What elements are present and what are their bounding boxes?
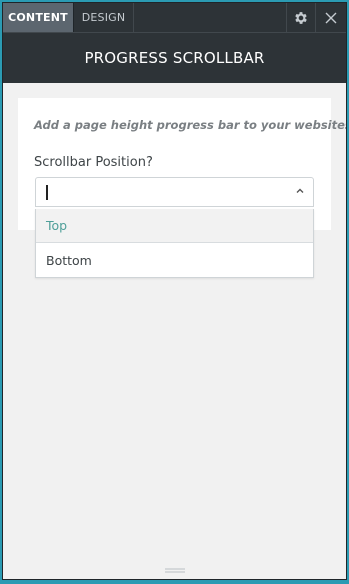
- option-top-label: Top: [46, 218, 68, 233]
- option-bottom-label: Bottom: [46, 252, 92, 268]
- chevron-up-icon[interactable]: [295, 186, 305, 196]
- scrollbar-position-label: Scrollbar Position?: [34, 155, 153, 170]
- dropdown-menu: Top Bottom: [35, 209, 314, 278]
- close-button[interactable]: [316, 3, 346, 32]
- resize-handle-icon[interactable]: [165, 568, 185, 574]
- close-icon: [325, 12, 337, 23]
- option-bottom[interactable]: Bottom: [36, 243, 313, 277]
- tab-content[interactable]: CONTENT: [3, 3, 74, 32]
- tab-design-label: DESIGN: [81, 11, 126, 24]
- settings-button[interactable]: [286, 3, 316, 32]
- gear-icon: [295, 11, 307, 24]
- description-text: Add a page height progress bar to your w…: [34, 118, 347, 132]
- panel-header: PROGRESS SCROLLBAR: [3, 33, 346, 83]
- scrollbar-position-select[interactable]: [35, 177, 314, 207]
- panel-window: CONTENT DESIGN PROGRESS SCROLLBAR Add a …: [2, 2, 347, 580]
- tab-design[interactable]: DESIGN: [74, 3, 134, 32]
- tab-content-label: CONTENT: [8, 11, 68, 24]
- tab-bar: CONTENT DESIGN: [3, 3, 346, 33]
- text-cursor: [46, 185, 48, 200]
- page-title: PROGRESS SCROLLBAR: [84, 49, 265, 67]
- option-top[interactable]: Top: [36, 209, 313, 243]
